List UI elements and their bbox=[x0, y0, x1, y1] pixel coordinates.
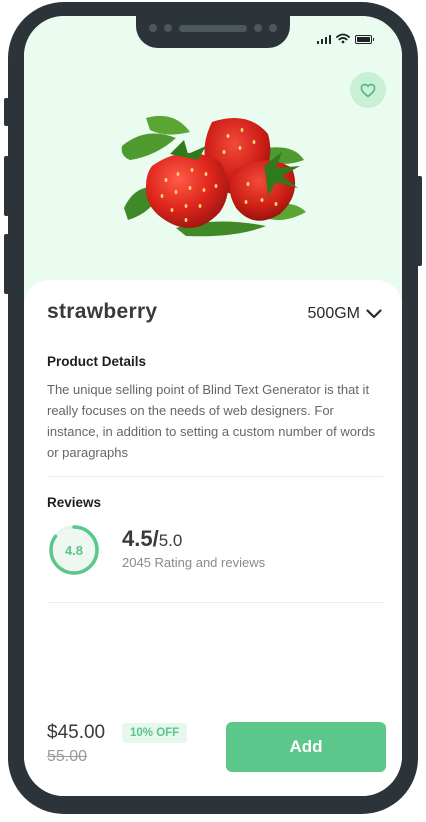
chevron-down-icon bbox=[366, 309, 382, 319]
reviews-heading: Reviews bbox=[47, 495, 102, 510]
signal-icon bbox=[316, 34, 331, 44]
product-description: The unique selling point of Blind Text G… bbox=[47, 382, 376, 460]
side-button-volume-down bbox=[4, 234, 9, 294]
price: $45.00 bbox=[47, 722, 106, 743]
product-name: strawberry bbox=[47, 300, 158, 323]
heart-icon bbox=[360, 83, 376, 97]
divider bbox=[47, 476, 383, 477]
rating-summary: 2045 Rating and reviews bbox=[122, 555, 266, 570]
add-button[interactable]: Add bbox=[226, 722, 386, 772]
battery-icon bbox=[355, 35, 374, 44]
favorite-button[interactable] bbox=[350, 72, 386, 108]
notch bbox=[136, 16, 290, 48]
product-details-heading: Product Details bbox=[47, 354, 147, 369]
side-button-mute bbox=[4, 98, 9, 126]
wifi-icon bbox=[336, 33, 350, 44]
discount-badge: 10% OFF bbox=[122, 723, 188, 743]
rating-ring: 4.8 bbox=[48, 524, 100, 576]
side-button-volume-up bbox=[4, 156, 9, 216]
status-bar bbox=[316, 32, 374, 44]
rating-max: 5.0 bbox=[158, 531, 183, 550]
divider bbox=[47, 602, 383, 603]
screen: strawberry 500GM Product Details The uni… bbox=[24, 16, 402, 796]
side-button-power bbox=[417, 176, 422, 266]
rating-score: 4.5/5.0 bbox=[122, 526, 182, 552]
weight-value: 500GM bbox=[307, 305, 360, 322]
strawberry-image bbox=[121, 115, 306, 237]
rating-score-value: 4.5 bbox=[122, 526, 153, 551]
old-price: 55.00 bbox=[47, 748, 88, 765]
weight-select[interactable]: 500GM bbox=[308, 305, 382, 323]
rating-ring-value: 4.8 bbox=[64, 542, 84, 558]
